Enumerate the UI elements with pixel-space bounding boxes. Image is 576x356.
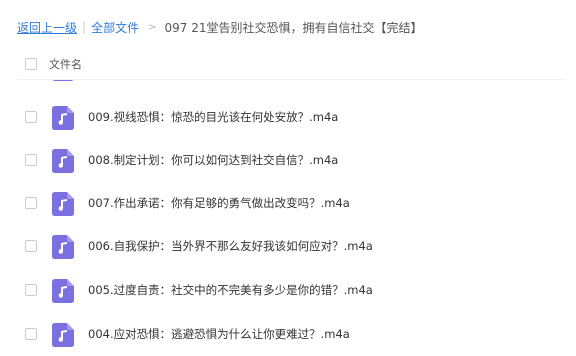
music-file-icon: [52, 192, 74, 216]
all-files-link[interactable]: 全部文件: [91, 19, 139, 36]
breadcrumb-separator: |: [82, 20, 87, 34]
list-header: 文件名: [0, 50, 576, 78]
music-file-icon: [52, 235, 74, 259]
row-checkbox[interactable]: [25, 197, 37, 209]
chevron-right-icon: >: [148, 21, 157, 33]
file-row[interactable]: 005.过度自责：社交中的不完美有多少是你的错？.m4a: [0, 269, 576, 312]
breadcrumb: 返回上一级 | 全部文件 > 097 21堂告别社交恐惧，拥有自信社交【完结】: [17, 18, 422, 36]
file-list: 009.视线恐惧：惊恐的目光该在何处安放？.m4a 008.制定计划：你可以如何…: [0, 79, 576, 356]
file-row[interactable]: 006.自我保护：当外界不那么友好我该如何应对？.m4a: [0, 225, 576, 268]
row-checkbox[interactable]: [25, 154, 37, 166]
current-folder-title: 097 21堂告别社交恐惧，拥有自信社交【完结】: [164, 20, 423, 35]
music-file-icon: [52, 149, 74, 173]
music-file-icon: [52, 323, 74, 347]
file-name[interactable]: 007.作出承诺：你有足够的勇气做出改变吗？.m4a: [88, 195, 350, 211]
file-row[interactable]: 009.视线恐惧：惊恐的目光该在何处安放？.m4a: [0, 96, 576, 139]
row-checkbox[interactable]: [25, 111, 37, 123]
select-all-checkbox[interactable]: [25, 58, 37, 70]
file-row[interactable]: 004.应对恐惧：逃避恐惧为什么让你更难过？.m4a: [0, 313, 576, 356]
column-header-filename[interactable]: 文件名: [49, 56, 82, 72]
file-row[interactable]: 008.制定计划：你可以如何达到社交自信？.m4a: [0, 139, 576, 182]
file-name[interactable]: 006.自我保护：当外界不那么友好我该如何应对？.m4a: [88, 238, 373, 254]
music-file-icon: [52, 279, 74, 303]
music-file-icon: [52, 106, 74, 130]
row-checkbox[interactable]: [25, 240, 37, 252]
file-name[interactable]: 008.制定计划：你可以如何达到社交自信？.m4a: [88, 152, 338, 168]
file-name[interactable]: 005.过度自责：社交中的不完美有多少是你的错？.m4a: [88, 282, 373, 298]
file-row[interactable]: 007.作出承诺：你有足够的勇气做出改变吗？.m4a: [0, 182, 576, 225]
back-link[interactable]: 返回上一级: [17, 19, 77, 36]
file-name[interactable]: 004.应对恐惧：逃避恐惧为什么让你更难过？.m4a: [88, 326, 350, 342]
list-divider: [17, 79, 565, 80]
file-browser-page: 返回上一级 | 全部文件 > 097 21堂告别社交恐惧，拥有自信社交【完结】 …: [0, 0, 576, 356]
row-checkbox[interactable]: [25, 328, 37, 340]
file-name[interactable]: 009.视线恐惧：惊恐的目光该在何处安放？.m4a: [88, 109, 338, 125]
row-checkbox[interactable]: [25, 284, 37, 296]
